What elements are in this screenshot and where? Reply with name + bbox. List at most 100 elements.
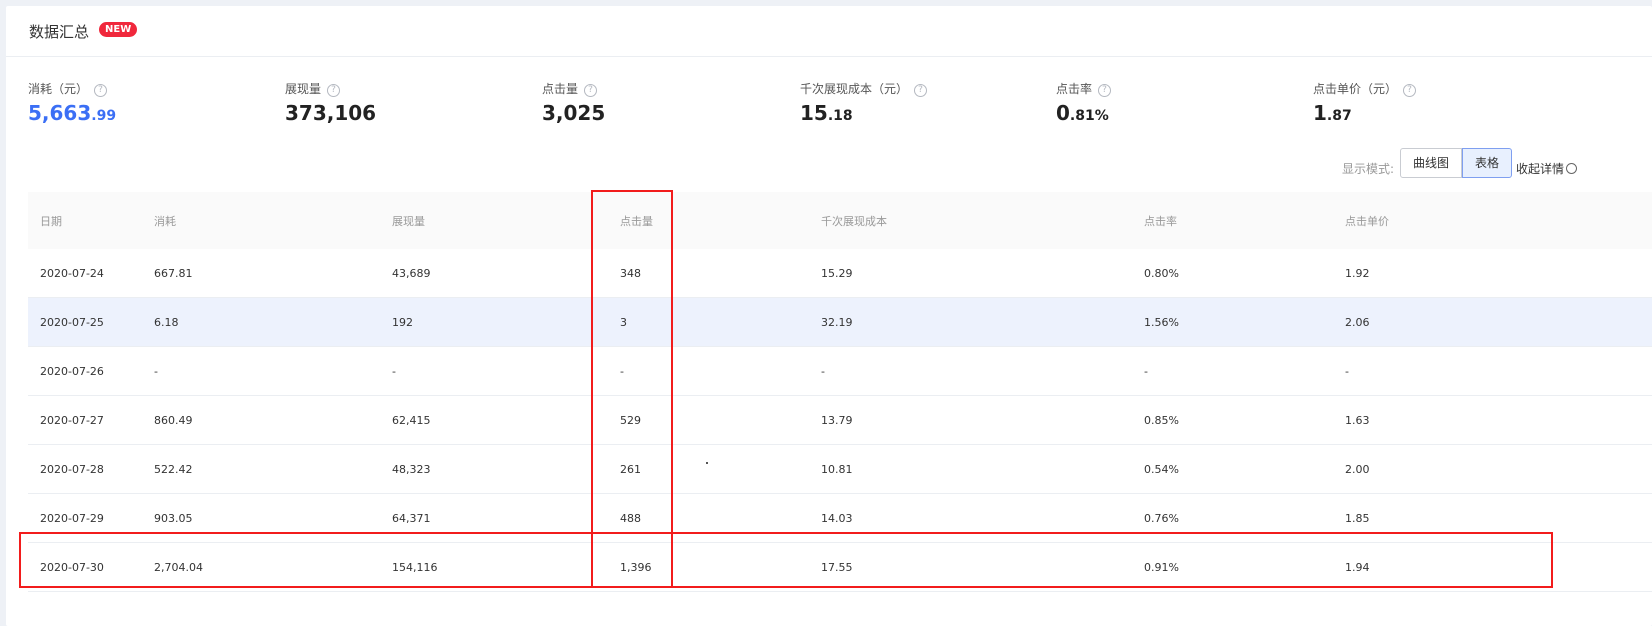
cell-ctr: 0.85% [1144,413,1179,427]
table-body: 2020-07-24 667.81 43,689 348 15.29 0.80% 1.92 2… [28,249,1652,592]
stat-label: 点击量? [542,80,792,98]
summary-stats: 消耗（元）? 5,663.99 展现量? 373,106 点击量? 3,025 千次展现成本… [6,80,1652,140]
help-icon[interactable]: ? [584,84,598,97]
stat-label-text: 消耗（元） [28,82,89,96]
stat-value-dec: .87 [1326,108,1352,124]
cell-cpc: 2.00 [1345,462,1370,476]
cell-clicks: 488 [620,511,641,525]
collapse-details-label: 收起详情 [1516,162,1565,176]
cell-cpc: 2.06 [1345,315,1370,329]
stat-value-int: 5,663 [28,101,92,125]
cell-clicks: - [620,364,624,378]
stat-ctr: 点击率? 0.81% [1056,80,1306,125]
collapse-details-link[interactable]: 收起详情 [1516,160,1578,177]
cell-ctr: 1.56% [1144,315,1179,329]
column-header-clicks[interactable]: 点击量 [620,192,653,249]
stat-value: 15.18 [800,101,1050,125]
help-icon[interactable]: ? [1403,84,1417,97]
cell-cpc: 1.63 [1345,413,1370,427]
column-header-cpc[interactable]: 点击单价 [1345,192,1389,249]
cell-date: 2020-07-28 [40,462,104,476]
display-mode-toggle: 曲线图 表格 [1400,148,1513,178]
cell-ctr: 0.80% [1144,266,1179,280]
cell-cpc: - [1345,364,1349,378]
cell-cpm: 15.29 [821,266,853,280]
stat-value: 373,106 [285,101,535,125]
cell-ctr: 0.54% [1144,462,1179,476]
data-table: 日期 消耗 展现量 点击量 千次展现成本 点击率 点击单价 2020-07-24 667.81… [28,192,1652,592]
cell-cpm: 13.79 [821,413,853,427]
stat-label-text: 点击单价（元） [1313,82,1398,96]
cell-cpm: 17.55 [821,560,853,574]
cell-date: 2020-07-24 [40,266,104,280]
cell-impressions: 43,689 [392,266,431,280]
column-header-impressions[interactable]: 展现量 [392,192,425,249]
table-row[interactable]: 2020-07-25 6.18 192 3 32.19 1.56% 2.06 [28,298,1652,347]
help-icon[interactable]: ? [1098,84,1112,97]
stat-label-text: 展现量 [285,82,322,96]
help-icon[interactable]: ? [327,84,341,97]
cell-spend: 2,704.04 [154,560,203,574]
column-header-cpm[interactable]: 千次展现成本 [821,192,887,249]
cell-clicks: 348 [620,266,641,280]
cell-clicks: 1,396 [620,560,652,574]
stat-value: 5,663.99 [28,101,278,125]
stat-value-int: 15 [800,101,828,125]
cell-ctr: 0.76% [1144,511,1179,525]
stat-label: 展现量? [285,80,535,98]
stat-value: 1.87 [1313,101,1563,125]
cell-spend: 522.42 [154,462,193,476]
stat-value: 3,025 [542,101,792,125]
stat-impressions: 展现量? 373,106 [285,80,535,125]
help-icon[interactable]: ? [914,84,928,97]
cell-impressions: 154,116 [392,560,438,574]
new-badge: NEW [99,22,138,37]
column-header-spend[interactable]: 消耗 [154,192,176,249]
mode-table-button[interactable]: 表格 [1462,148,1513,178]
stat-spend: 消耗（元）? 5,663.99 [28,80,278,125]
cell-ctr: 0.91% [1144,560,1179,574]
cell-date: 2020-07-27 [40,413,104,427]
cell-spend: 903.05 [154,511,193,525]
stat-label: 消耗（元）? [28,80,278,98]
cell-impressions: 48,323 [392,462,431,476]
panel-header: 数据汇总 NEW [6,6,1652,57]
column-header-date[interactable]: 日期 [40,192,62,249]
table-row[interactable]: 2020-07-28 522.42 48,323 261 10.81 0.54% 2.00 [28,445,1652,494]
help-icon[interactable]: ? [94,84,108,97]
cell-date: 2020-07-26 [40,364,104,378]
mode-chart-button[interactable]: 曲线图 [1400,148,1463,178]
table-row[interactable]: 2020-07-27 860.49 62,415 529 13.79 0.85% 1.63 [28,396,1652,445]
cell-spend: 6.18 [154,315,179,329]
cell-impressions: 64,371 [392,511,431,525]
stat-cpm: 千次展现成本（元）? 15.18 [800,80,1050,125]
table-row[interactable]: 2020-07-30 2,704.04 154,116 1,396 17.55 0.91%… [28,543,1652,592]
stat-clicks: 点击量? 3,025 [542,80,792,125]
table-header: 日期 消耗 展现量 点击量 千次展现成本 点击率 点击单价 [28,192,1652,249]
cell-date: 2020-07-30 [40,560,104,574]
display-mode-label: 显示模式: [1342,162,1395,176]
stat-value: 0.81% [1056,101,1306,125]
cell-spend: 860.49 [154,413,193,427]
stat-value-int: 373,106 [285,101,377,125]
cell-cpm: 14.03 [821,511,853,525]
cell-cpm: 10.81 [821,462,853,476]
stat-label-text: 点击率 [1056,82,1093,96]
cell-date: 2020-07-29 [40,511,104,525]
cell-spend: - [154,364,158,378]
stat-value-dec: .81% [1069,108,1109,124]
stat-label: 千次展现成本（元）? [800,80,1050,98]
cell-cpc: 1.85 [1345,511,1370,525]
cell-cpc: 1.92 [1345,266,1370,280]
cell-clicks: 529 [620,413,641,427]
cell-cpc: 1.94 [1345,560,1370,574]
cell-spend: 667.81 [154,266,193,280]
data-summary-panel: 数据汇总 NEW 消耗（元）? 5,663.99 展现量? 373,106 点击量? 3,… [6,6,1652,626]
collapse-circle-icon [1566,163,1578,174]
stat-value-int: 3,025 [542,101,606,125]
table-row[interactable]: 2020-07-26 - - - - - - [28,347,1652,396]
column-header-ctr[interactable]: 点击率 [1144,192,1177,249]
table-row[interactable]: 2020-07-24 667.81 43,689 348 15.29 0.80% 1.92 [28,249,1652,298]
stat-label: 点击率? [1056,80,1306,98]
table-row[interactable]: 2020-07-29 903.05 64,371 488 14.03 0.76% 1.85 [28,494,1652,543]
